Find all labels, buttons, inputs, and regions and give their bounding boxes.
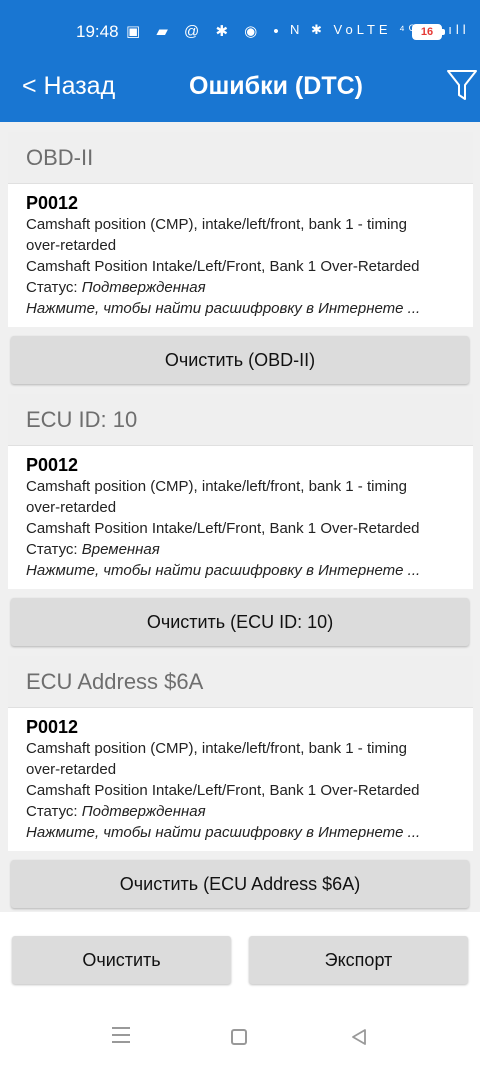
dtc-code: P0012 — [26, 455, 79, 475]
app-bar: 19:48 ▣ ▰ @ ✱ ◉ • N ✱ VoLTE ⁴ᴳıll ıll 16… — [0, 0, 480, 122]
dtc-status: Статус: Подтвержденная — [26, 277, 455, 298]
dtc-description-cont: over-retarded — [26, 237, 117, 254]
dtc-description: Camshaft position (CMP), intake/left/fro… — [26, 740, 407, 757]
status-value: Подтвержденная — [81, 279, 206, 296]
clear-obd2-button[interactable]: Очистить (OBD-II) — [11, 336, 469, 384]
dtc-status: Статус: Подтвержденная — [26, 801, 455, 822]
notification-icons: ▣ ▰ @ ✱ ◉ • — [126, 23, 285, 40]
back-triangle-icon[interactable] — [349, 1027, 369, 1047]
clear-all-button[interactable]: Очистить — [12, 936, 231, 984]
status-bar: 19:48 ▣ ▰ @ ✱ ◉ • N ✱ VoLTE ⁴ᴳıll ıll 16 — [0, 0, 480, 64]
system-navigation-bar — [0, 1005, 480, 1067]
status-label: Статус: — [26, 803, 82, 820]
dtc-status: Статус: Временная — [26, 539, 455, 560]
recent-apps-icon[interactable] — [112, 1027, 130, 1043]
dtc-description-alt: Camshaft Position Intake/Left/Front, Ban… — [26, 520, 420, 537]
dtc-description: Camshaft position (CMP), intake/left/fro… — [26, 478, 407, 495]
section-header-ecu-id: ECU ID: 10 — [8, 394, 473, 446]
dtc-description-cont: over-retarded — [26, 761, 117, 778]
dtc-description-alt: Camshaft Position Intake/Left/Front, Ban… — [26, 782, 420, 799]
page-title: Ошибки (DTC) — [189, 72, 363, 100]
section-header-obd2: OBD-II — [8, 132, 473, 184]
search-online-link[interactable]: Нажмите, чтобы найти расшифровку в Интер… — [26, 560, 455, 582]
dtc-description-alt: Camshaft Position Intake/Left/Front, Ban… — [26, 258, 420, 275]
dtc-code: P0012 — [26, 717, 79, 737]
clear-ecu-address-button[interactable]: Очистить (ECU Address $6A) — [11, 860, 469, 908]
filter-icon[interactable] — [446, 68, 478, 102]
home-icon[interactable] — [231, 1029, 247, 1045]
status-label: Статус: — [26, 279, 82, 296]
status-value: Временная — [81, 541, 160, 558]
dtc-card[interactable]: P0012 Camshaft position (CMP), intake/le… — [8, 446, 473, 589]
clear-ecu-id-button[interactable]: Очистить (ECU ID: 10) — [11, 598, 469, 646]
section-header-ecu-address: ECU Address $6A — [8, 656, 473, 708]
battery-icon: 16 — [412, 24, 445, 40]
search-online-link[interactable]: Нажмите, чтобы найти расшифровку в Интер… — [26, 822, 455, 844]
status-label: Статус: — [26, 541, 82, 558]
dtc-card[interactable]: P0012 Camshaft position (CMP), intake/le… — [8, 708, 473, 851]
export-button[interactable]: Экспорт — [249, 936, 468, 984]
status-time: 19:48 — [76, 22, 119, 41]
status-value: Подтвержденная — [81, 803, 206, 820]
dtc-card[interactable]: P0012 Camshaft position (CMP), intake/le… — [8, 184, 473, 327]
dtc-description-cont: over-retarded — [26, 499, 117, 516]
dtc-code: P0012 — [26, 193, 79, 213]
search-online-link[interactable]: Нажмите, чтобы найти расшифровку в Интер… — [26, 298, 455, 320]
dtc-description: Camshaft position (CMP), intake/left/fro… — [26, 216, 407, 233]
